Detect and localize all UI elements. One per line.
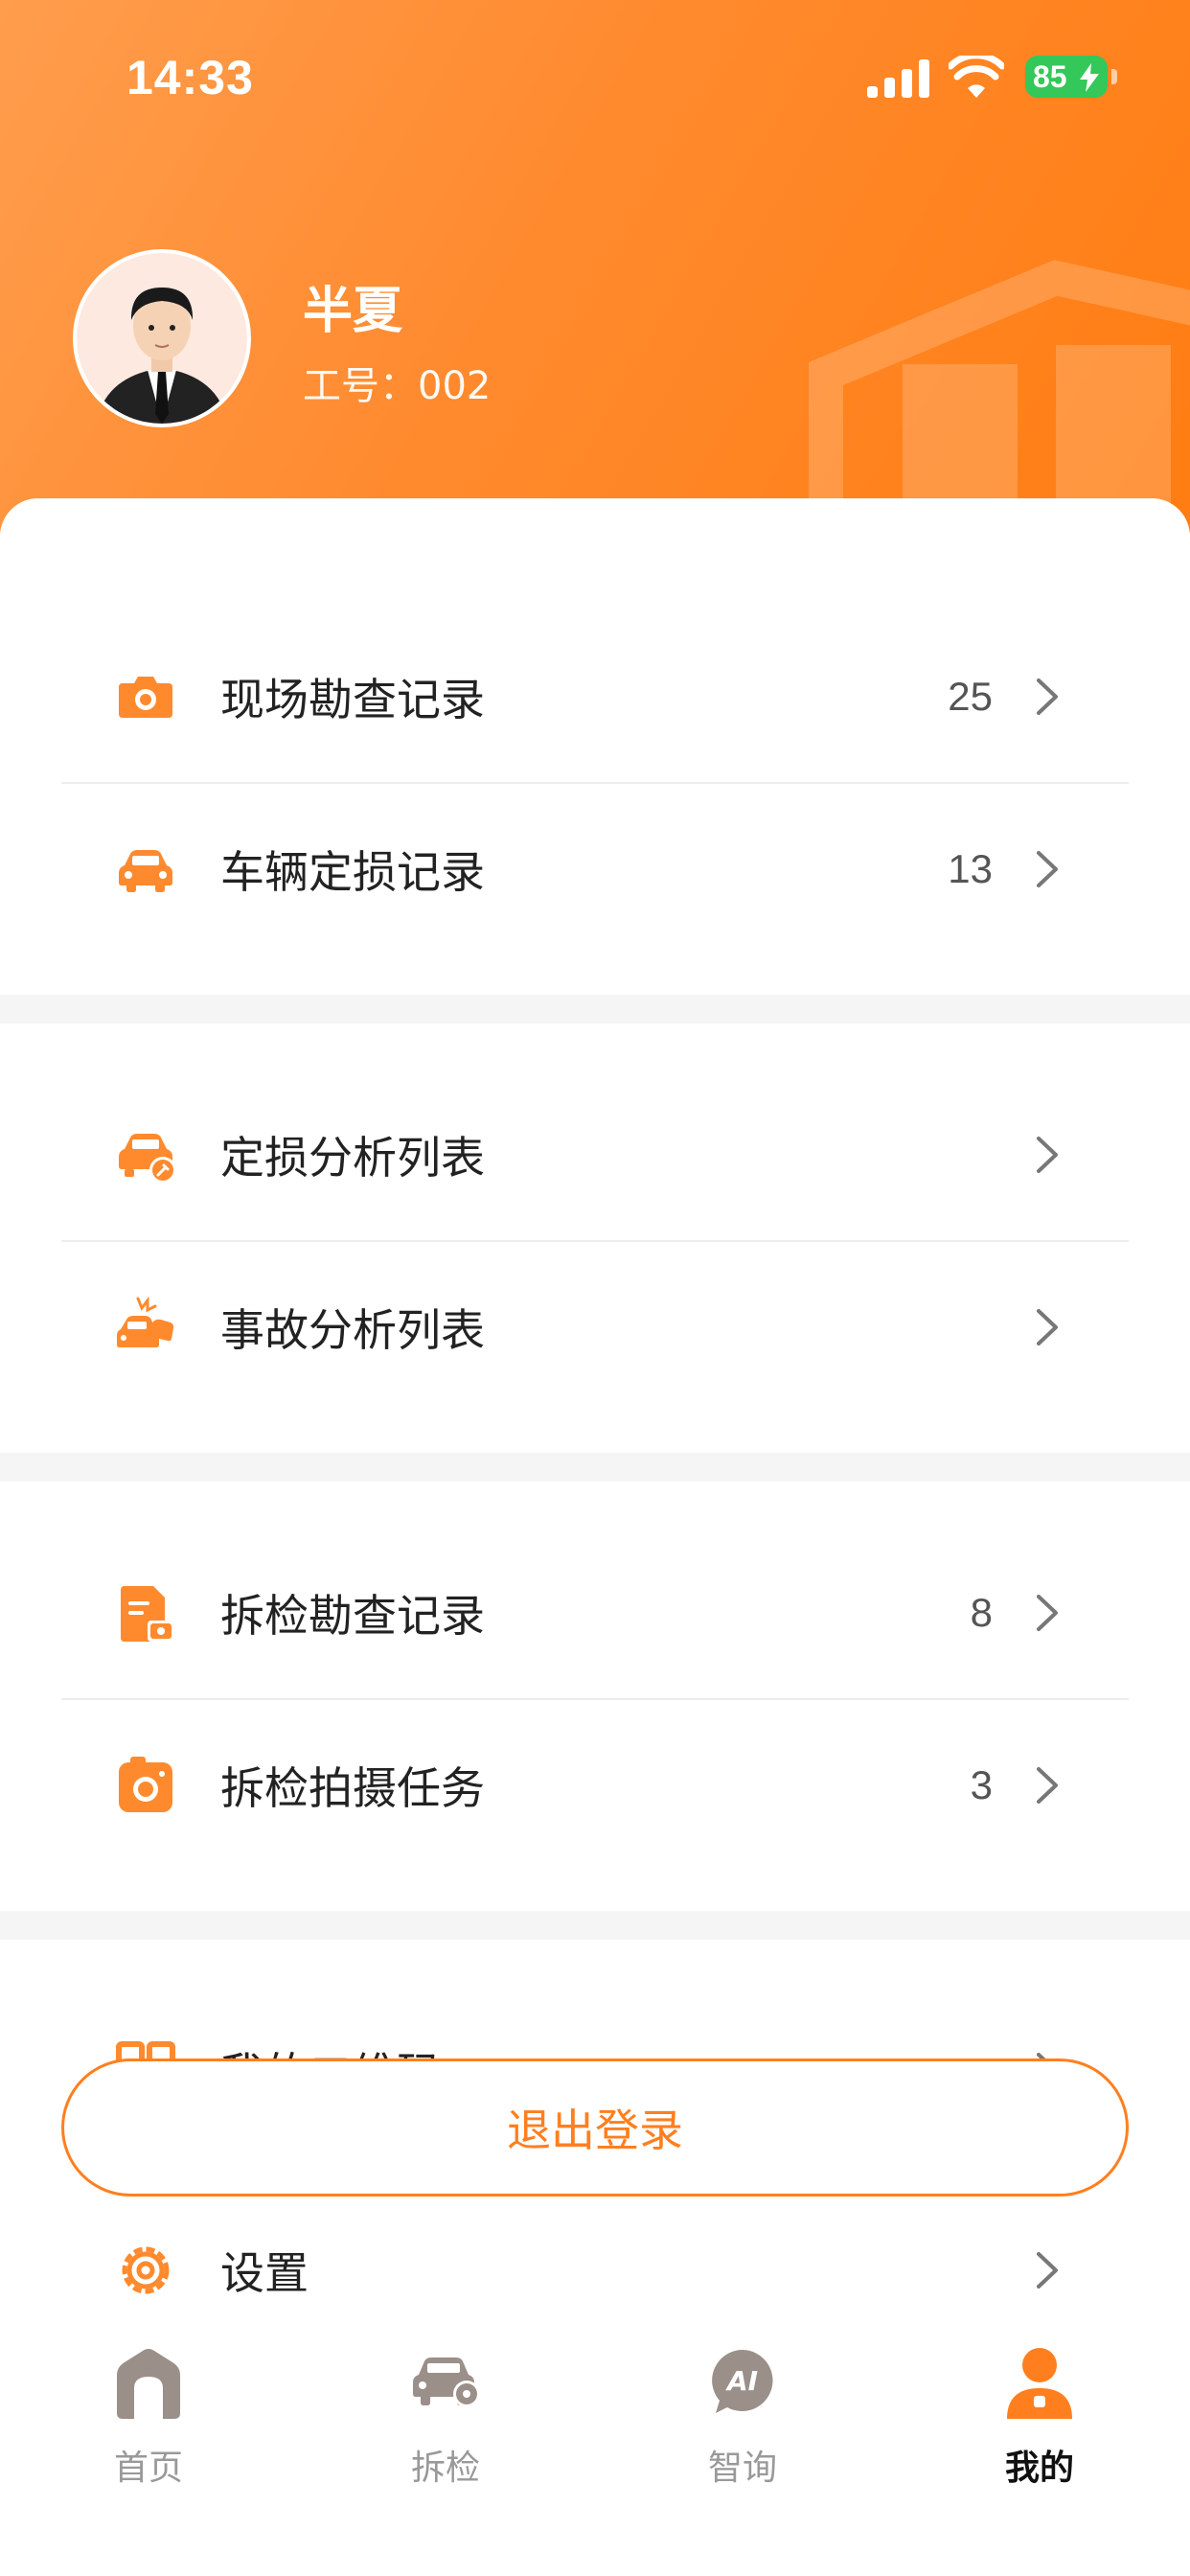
gear-icon bbox=[122, 2246, 170, 2294]
document-camera-icon bbox=[121, 1586, 174, 1642]
menu-item-label: 车辆定损记录 bbox=[220, 846, 485, 898]
tab-label: 我的 bbox=[1004, 2449, 1074, 2488]
menu-item-count: 25 bbox=[948, 674, 993, 719]
camera-task-icon bbox=[119, 1757, 172, 1812]
menu-card-records: 现场勘查记录 25 车辆定损记录 13 bbox=[0, 498, 1190, 995]
tab-mine[interactable]: 我的 bbox=[891, 2329, 1188, 2501]
status-bar: 14:33 85 bbox=[0, 0, 1190, 153]
cellular-signal-icon bbox=[867, 59, 929, 98]
tab-label: 首页 bbox=[113, 2449, 183, 2488]
tab-label: 拆检 bbox=[410, 2449, 480, 2488]
menu-item-label: 事故分析列表 bbox=[220, 1304, 485, 1356]
menu-item-label: 设置 bbox=[220, 2247, 309, 2299]
menu-card-inspection: 拆检勘查记录 8 拆检拍摄任务 3 bbox=[0, 1482, 1190, 1911]
chevron-right-icon bbox=[1037, 1767, 1058, 1804]
ai-chat-icon: AI bbox=[712, 2350, 773, 2413]
menu-item-label: 现场勘查记录 bbox=[220, 674, 485, 725]
svg-text:AI: AI bbox=[725, 2365, 758, 2397]
car-icon bbox=[119, 850, 172, 892]
chevron-right-icon bbox=[1037, 678, 1058, 715]
user-name: 半夏 bbox=[303, 283, 403, 340]
menu-item-label: 拆检拍摄任务 bbox=[220, 1762, 485, 1814]
logout-button[interactable]: 退出登录 bbox=[61, 2058, 1129, 2196]
wifi-icon bbox=[949, 56, 1004, 98]
employee-number: 工号：002 bbox=[303, 364, 492, 408]
menu-item-inspection-photo-tasks[interactable]: 拆检拍摄任务 3 bbox=[0, 1700, 1190, 1871]
menu-item-site-survey[interactable]: 现场勘查记录 25 bbox=[0, 611, 1190, 782]
menu-item-count: 13 bbox=[948, 846, 993, 891]
battery-nub bbox=[1111, 69, 1117, 84]
tab-ai-query[interactable]: AI 智询 bbox=[594, 2329, 891, 2501]
chevron-right-icon bbox=[1037, 2252, 1058, 2288]
camera-icon bbox=[119, 677, 172, 718]
status-time: 14:33 bbox=[126, 51, 254, 104]
tab-inspection[interactable]: 拆检 bbox=[297, 2329, 594, 2501]
menu-card-analysis: 定损分析列表 事故分析列表 bbox=[0, 1024, 1190, 1453]
bottom-tab-bar: 首页 拆检 AI 智询 我的 bbox=[0, 2319, 1190, 2576]
profile-header: 14:33 85 半夏 工号：002 bbox=[0, 0, 1190, 537]
menu-item-label: 拆检勘查记录 bbox=[220, 1590, 485, 1642]
menu-item-accident-analysis[interactable]: 事故分析列表 bbox=[0, 1242, 1190, 1413]
user-icon bbox=[1007, 2348, 1072, 2419]
chevron-right-icon bbox=[1037, 1595, 1058, 1631]
chevron-right-icon bbox=[1037, 1309, 1058, 1346]
menu-item-vehicle-damage[interactable]: 车辆定损记录 13 bbox=[0, 784, 1190, 954]
tab-home[interactable]: 首页 bbox=[0, 2329, 297, 2501]
car-inspect-icon bbox=[413, 2358, 480, 2407]
avatar[interactable] bbox=[73, 249, 251, 427]
building-watermark-icon bbox=[809, 260, 1190, 537]
car-crash-icon bbox=[117, 1296, 174, 1347]
menu-item-inspection-records[interactable]: 拆检勘查记录 8 bbox=[0, 1528, 1190, 1698]
charging-bolt-icon bbox=[1080, 63, 1099, 92]
menu-item-damage-analysis[interactable]: 定损分析列表 bbox=[0, 1070, 1190, 1240]
menu-item-settings[interactable]: 设置 bbox=[0, 2185, 1190, 2319]
car-wrench-icon bbox=[119, 1134, 176, 1184]
tab-label: 智询 bbox=[707, 2449, 777, 2488]
menu-item-count: 3 bbox=[970, 1762, 993, 1807]
user-portrait-icon bbox=[77, 253, 247, 424]
chevron-right-icon bbox=[1037, 851, 1058, 887]
chevron-right-icon bbox=[1037, 1137, 1058, 1173]
menu-item-count: 8 bbox=[970, 1590, 993, 1635]
menu-content: 现场勘查记录 25 车辆定损记录 13 定损分析列表 事故分析列表 拆检勘查记录… bbox=[0, 498, 1190, 2319]
home-icon bbox=[117, 2349, 180, 2419]
menu-item-label: 定损分析列表 bbox=[220, 1132, 485, 1184]
